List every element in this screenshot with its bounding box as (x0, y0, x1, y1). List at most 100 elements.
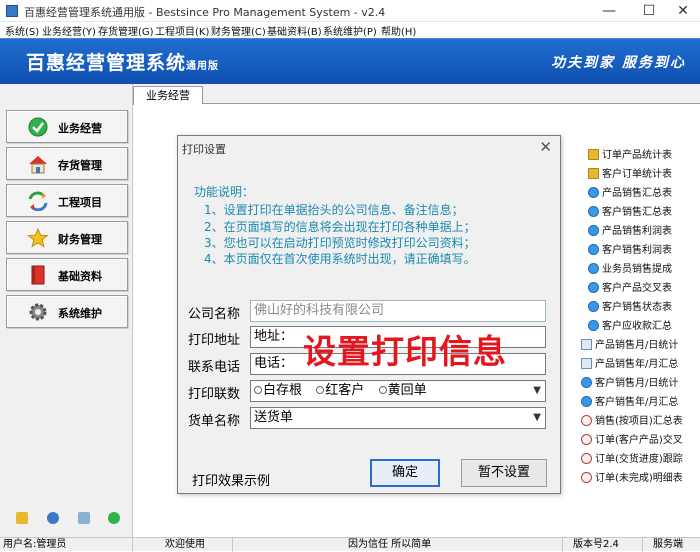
report-link[interactable]: 订单(未完成)明细表 (581, 469, 683, 484)
tab-business[interactable]: 业务经营 (133, 86, 203, 105)
title-bar: 百惠经营管理系统通用版 - Bestsince Pro Management S… (0, 0, 700, 22)
radio-icon (378, 386, 387, 394)
report-link[interactable]: 产品销售年/月汇总 (581, 355, 678, 370)
nav-business-button[interactable]: 业务经营 (6, 110, 128, 143)
slogan: 功夫到家 服务到心 (551, 55, 686, 71)
book-icon (31, 265, 45, 285)
nav-label: 工程项目 (58, 196, 102, 209)
description-line: 功能说明： (194, 185, 255, 199)
status-bar: 用户名:管理员 欢迎使用 因为信任 所以简单 版本号2.4 服务端 (0, 537, 700, 552)
menu-business[interactable]: 业务经营(Y) (42, 23, 96, 38)
menu-bar: 系统(S) 业务经营(Y) 存货管理(G) 工程项目(K) 财务管理(C) 基础… (0, 22, 700, 38)
report-link[interactable]: 订单(交货进度)跟踪 (581, 450, 683, 465)
report-icon (588, 282, 599, 293)
report-link[interactable]: 产品销售汇总表 (588, 184, 672, 199)
report-icon (588, 225, 599, 236)
description-line: 2、在页面填写的信息将会出现在打印各种单据上； (204, 220, 476, 234)
header-banner: 百惠经营管理系统通用版 功夫到家 服务到心 (0, 38, 700, 84)
clock-icon[interactable] (47, 512, 59, 524)
left-nav-panel: 业务经营 存货管理 工程项目 财务管理 基础资料 系统维护 (0, 84, 133, 537)
nav-projects-button[interactable]: 工程项目 (6, 184, 128, 217)
status-server: 服务端 (653, 539, 683, 550)
status-user: 用户名:管理员 (0, 538, 133, 552)
copies-select[interactable]: 白存根 红客户 黄回单 ▼ (250, 380, 546, 402)
copies-label: 打印联数 (188, 387, 241, 402)
print-preview-sample-link[interactable]: 打印效果示例 (192, 470, 270, 489)
report-link[interactable]: 销售(按项目)汇总表 (581, 412, 683, 427)
nav-label: 业务经营 (58, 122, 102, 135)
report-icon (581, 396, 592, 407)
exit-icon[interactable] (108, 512, 120, 524)
image-report-icon (581, 358, 592, 369)
print-settings-dialog: 打印设置 ✕ 功能说明： 1、设置打印在单据抬头的公司信息、备注信息； 2、在页… (177, 135, 561, 494)
nav-maintenance-button[interactable]: 系统维护 (6, 295, 128, 328)
folder-icon (588, 149, 599, 160)
dialog-title: 打印设置 (182, 143, 226, 156)
chart-icon (581, 453, 592, 464)
report-link[interactable]: 客户销售年/月汇总 (581, 393, 678, 408)
description-line: 3、您也可以在启动打印预览时修改打印公司资料； (204, 236, 476, 250)
recycle-icon (28, 191, 48, 211)
minimize-button[interactable]: — (592, 0, 626, 22)
menu-maintenance[interactable]: 系统维护(P) (323, 23, 377, 38)
close-window-button[interactable]: ✕ (666, 0, 700, 22)
nav-label: 财务管理 (58, 233, 102, 246)
address-label: 打印地址 (188, 333, 241, 348)
report-link[interactable]: 客户销售利润表 (588, 241, 672, 256)
report-icon (581, 377, 592, 388)
brand-title: 百惠经营管理系统通用版 (26, 52, 220, 74)
dialog-close-button[interactable]: ✕ (539, 138, 552, 156)
chart-icon (581, 415, 592, 426)
status-motto: 因为信任 所以简单 (233, 538, 563, 552)
folder-shortcut-icon[interactable] (16, 512, 28, 524)
slip-name-select[interactable]: 送货单 ▼ (250, 407, 546, 429)
report-link[interactable]: 客户应收款汇总 (588, 317, 672, 332)
menu-help[interactable]: 帮助(H) (381, 23, 416, 38)
menu-inventory[interactable]: 存货管理(G) (98, 23, 154, 38)
report-icon (588, 206, 599, 217)
report-link[interactable]: 订单产品统计表 (588, 146, 672, 161)
description-line: 4、本页面仅在首次使用系统时出现，请正确填写。 (204, 252, 476, 266)
description-line: 1、设置打印在单据抬头的公司信息、备注信息； (204, 203, 464, 217)
maximize-button[interactable]: ☐ (632, 0, 666, 22)
company-label: 公司名称 (188, 307, 241, 322)
search-icon[interactable] (78, 512, 90, 524)
chart-icon (581, 434, 592, 445)
chevron-down-icon: ▼ (533, 412, 541, 423)
ok-button[interactable]: 确定 (370, 459, 440, 487)
menu-system[interactable]: 系统(S) (5, 23, 39, 38)
report-link[interactable]: 产品销售利润表 (588, 222, 672, 237)
report-link[interactable]: 客户产品交叉表 (588, 279, 672, 294)
nav-label: 基础资料 (58, 270, 102, 283)
report-link[interactable]: 订单(客户产品)交叉 (581, 431, 683, 446)
radio-icon (316, 386, 325, 394)
menu-finance[interactable]: 财务管理(C) (211, 23, 266, 38)
report-icon (588, 263, 599, 274)
nav-basic-data-button[interactable]: 基础资料 (6, 258, 128, 291)
report-link[interactable]: 业务员销售提成 (588, 260, 672, 275)
app-icon (6, 5, 18, 17)
nav-finance-button[interactable]: 财务管理 (6, 221, 128, 254)
menu-projects[interactable]: 工程项目(K) (155, 23, 209, 38)
report-link[interactable]: 客户销售汇总表 (588, 203, 672, 218)
menu-basic-data[interactable]: 基础资料(B) (267, 23, 322, 38)
report-link[interactable]: 客户销售月/日统计 (581, 374, 678, 389)
report-link[interactable]: 客户订单统计表 (588, 165, 672, 180)
copies-option: 红客户 (325, 383, 365, 398)
house-icon (29, 156, 47, 174)
nav-label: 存货管理 (58, 159, 102, 172)
gear-icon (29, 303, 47, 321)
slip-name-label: 货单名称 (188, 414, 241, 429)
phone-label: 联系电话 (188, 360, 241, 375)
chevron-down-icon: ▼ (533, 385, 541, 396)
skip-button[interactable]: 暂不设置 (461, 459, 547, 487)
tab-strip (133, 84, 700, 104)
report-icon (588, 187, 599, 198)
report-icon (588, 301, 599, 312)
report-link[interactable]: 客户销售状态表 (588, 298, 672, 313)
edition-label: 通用版 (186, 61, 220, 72)
nav-inventory-button[interactable]: 存货管理 (6, 147, 128, 180)
report-link[interactable]: 产品销售月/日统计 (581, 336, 678, 351)
star-icon (27, 228, 49, 248)
company-name-input[interactable]: 佛山好的科技有限公司 (250, 300, 546, 322)
